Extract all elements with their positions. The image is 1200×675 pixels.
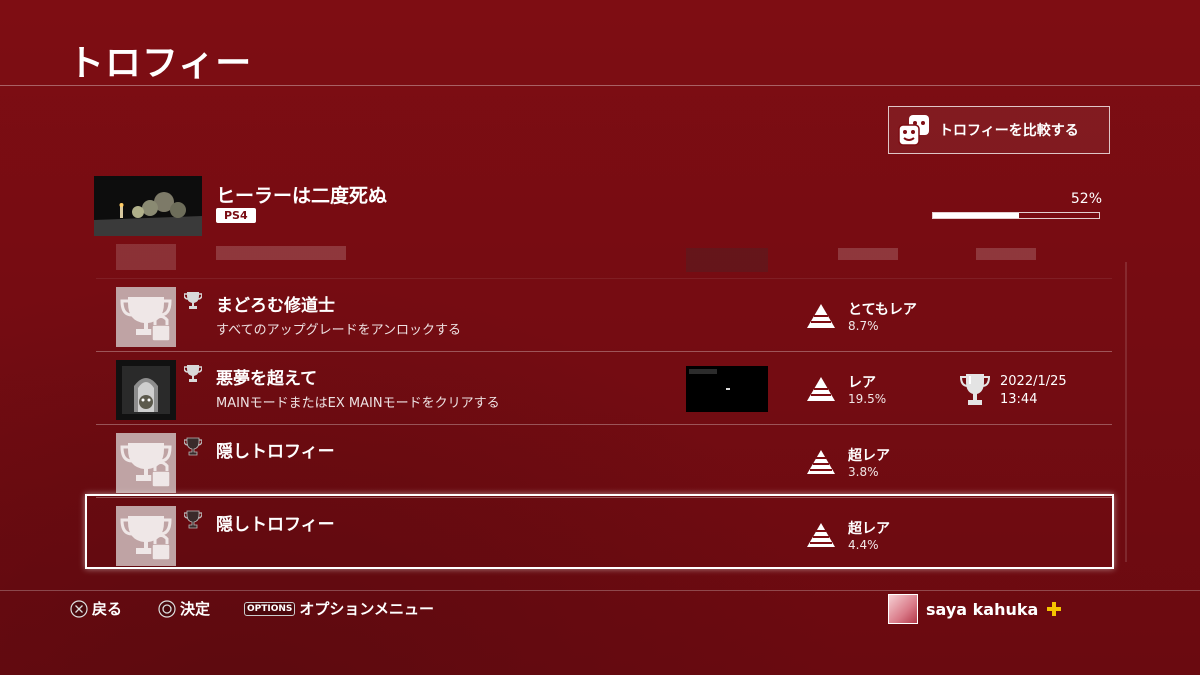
rarity-percent: 8.7% <box>848 319 879 333</box>
trophy-description: MAINモードまたはEX MAINモードをクリアする <box>216 396 500 411</box>
username: saya kahuka <box>926 599 1039 619</box>
locked-trophy-image <box>116 433 176 493</box>
footer-divider <box>0 590 1200 591</box>
trophy-description: すべてのアップグレードをアンロックする <box>216 323 462 338</box>
options-label: オプションメニュー <box>299 600 434 618</box>
trophy-name: 悪夢を超えて <box>216 369 318 389</box>
cross-button-icon <box>70 599 88 618</box>
game-title: ヒーラーは二度死ぬ <box>216 185 388 207</box>
back-label: 戻る <box>92 600 123 618</box>
trophy-name: 隠しトロフィー <box>216 442 335 462</box>
options-button-icon: OPTIONS <box>244 601 296 616</box>
confirm-label: 決定 <box>180 600 211 618</box>
trophy-row[interactable]: まどろむ修道士 すべてのアップグレードをアンロックする とてもレア 8.7% <box>96 279 1112 352</box>
progress-fill <box>933 213 1020 218</box>
screenshot-thumbnail[interactable] <box>686 366 768 412</box>
trophy-row[interactable]: 悪夢を超えて MAINモードまたはEX MAINモードをクリアする レア 19.… <box>96 352 1112 425</box>
rarity-percent: 19.5% <box>848 392 887 406</box>
rarity-pyramid-icon <box>807 377 835 401</box>
selection-highlight <box>85 494 1114 569</box>
rarity-pyramid-icon <box>807 304 835 328</box>
hidden-trophy-icon <box>184 437 202 456</box>
scrollbar[interactable] <box>1125 262 1127 562</box>
silver-trophy-icon <box>184 365 202 382</box>
compare-faces-icon <box>898 115 929 146</box>
ps-plus-icon <box>1047 602 1062 616</box>
earned-time: 13:44 <box>1000 392 1038 407</box>
progress-bar <box>932 212 1100 219</box>
progress-percent: 52% <box>1070 191 1102 207</box>
page-title: トロフィー <box>68 43 253 84</box>
back-hint[interactable]: 戻る <box>70 598 122 619</box>
trophy-name: まどろむ修道士 <box>216 296 335 316</box>
rarity-label: とてもレア <box>848 302 917 318</box>
earned-silver-trophy-icon <box>960 374 990 405</box>
confirm-hint[interactable]: 決定 <box>158 598 210 619</box>
game-thumbnail <box>94 176 202 236</box>
platform-badge: PS4 <box>216 208 256 223</box>
header-divider <box>0 85 1200 86</box>
options-hint[interactable]: OPTIONS オプションメニュー <box>244 598 434 619</box>
locked-trophy-image <box>116 287 176 347</box>
rarity-pyramid-icon <box>807 450 835 474</box>
earned-date: 2022/1/25 <box>1000 374 1067 389</box>
avatar <box>888 594 918 624</box>
rarity-percent: 3.8% <box>848 465 879 479</box>
rarity-label: レア <box>848 375 876 391</box>
rarity-label: 超レア <box>848 448 890 464</box>
compare-trophies-button[interactable]: トロフィーを比較する <box>888 106 1110 154</box>
trophy-image <box>116 360 176 420</box>
silver-trophy-icon <box>184 292 202 309</box>
trophy-row[interactable]: 隠しトロフィー 超レア 3.8% <box>96 425 1112 498</box>
compare-trophies-label: トロフィーを比較する <box>939 123 1079 139</box>
circle-button-icon <box>158 599 176 618</box>
trophy-row-partial[interactable] <box>96 242 1112 279</box>
user-profile[interactable]: saya kahuka <box>888 594 1062 624</box>
